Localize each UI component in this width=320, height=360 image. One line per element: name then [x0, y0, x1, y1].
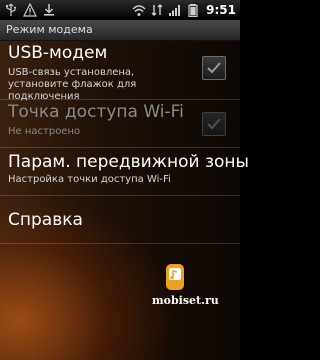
wifi-icon — [132, 5, 146, 16]
download-icon — [44, 4, 54, 16]
mobiset-logo-icon — [166, 264, 184, 290]
status-time: 9:51 — [206, 3, 236, 17]
setting-title: Справка — [8, 210, 83, 230]
network-icon — [151, 4, 163, 16]
status-bar: 9:51 — [0, 0, 240, 20]
battery-icon — [188, 4, 198, 17]
settings-list: USB-модем USB-связь установлена, установ… — [0, 41, 249, 360]
divider — [0, 243, 240, 244]
setting-usb-tethering[interactable]: USB-модем USB-связь установлена, установ… — [0, 41, 240, 102]
usb-icon — [6, 3, 16, 16]
setting-title: Парам. передвижной зоны — [8, 152, 249, 172]
setting-title: USB-модем — [8, 43, 108, 63]
warning-icon — [23, 3, 37, 17]
signal-icon — [169, 5, 181, 16]
page-title: Режим модема — [6, 23, 93, 36]
setting-subtitle: USB-связь установлена, установите флажок… — [8, 67, 137, 102]
check-icon — [207, 62, 221, 74]
title-bar: Режим модема — [0, 20, 240, 41]
check-icon — [207, 118, 221, 130]
setting-hotspot-params[interactable]: Парам. передвижной зоны Настройка точки … — [0, 148, 249, 192]
setting-subtitle: Не настроено — [8, 126, 81, 137]
watermark: mobiset.ru — [152, 294, 219, 307]
setting-wifi-hotspot[interactable]: Точка доступа Wi-Fi Не настроено — [0, 100, 240, 144]
setting-title: Точка доступа Wi-Fi — [8, 102, 184, 122]
setting-subtitle: Настройка точки доступа Wi-Fi — [8, 174, 171, 185]
usb-tethering-checkbox[interactable] — [202, 56, 226, 80]
wifi-hotspot-checkbox[interactable] — [202, 112, 226, 136]
setting-help[interactable]: Справка — [0, 196, 240, 240]
